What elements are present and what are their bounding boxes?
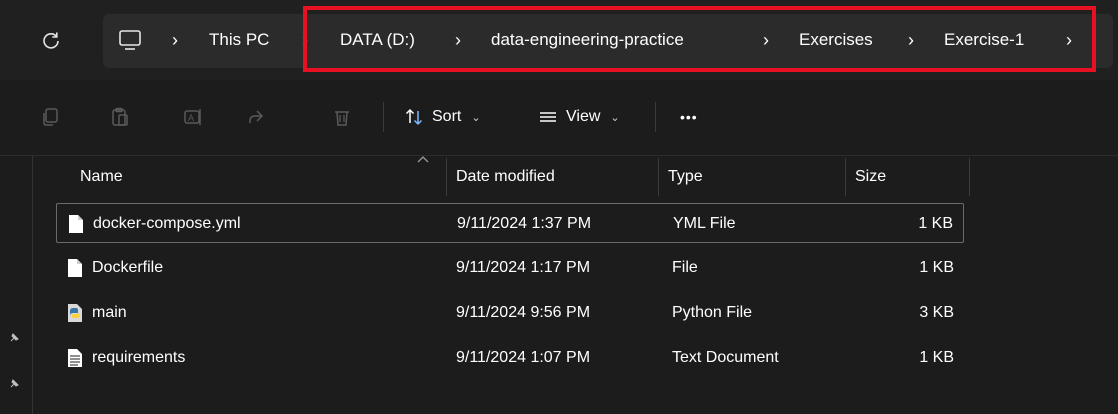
file-type: YML File [673, 215, 736, 232]
file-row-requirements[interactable]: requirements 9/11/2024 1:07 PM Text Docu… [56, 338, 964, 378]
refresh-icon [43, 32, 59, 49]
pin-icon[interactable] [8, 330, 22, 344]
sort-label: Sort [432, 108, 462, 125]
file-icon [69, 215, 83, 233]
chevron-right-icon[interactable]: › [1066, 24, 1072, 56]
file-date: 9/11/2024 1:37 PM [457, 215, 592, 232]
file-name: Dockerfile [92, 259, 164, 276]
column-header-size[interactable]: Size [847, 156, 969, 198]
file-date: 9/11/2024 9:56 PM [456, 304, 591, 321]
view-button[interactable]: View ⌄ [538, 102, 620, 132]
column-header-type-label: Type [668, 168, 703, 185]
copy-icon [43, 108, 58, 126]
chevron-right-icon[interactable]: › [908, 24, 914, 56]
breadcrumb-data-drive[interactable]: DATA (D:) [340, 24, 415, 56]
command-bar: A Sort ⌄ View ⌄ ••• [0, 80, 1118, 156]
share-button[interactable] [243, 104, 269, 130]
python-file-icon [68, 304, 82, 322]
file-size: 1 KB [919, 349, 954, 366]
column-divider[interactable] [446, 158, 447, 196]
file-date: 9/11/2024 1:17 PM [456, 259, 591, 276]
more-options-button[interactable]: ••• [680, 102, 698, 132]
chevron-right-icon[interactable]: › [302, 24, 308, 56]
trash-icon [335, 111, 349, 126]
column-header-type[interactable]: Type [660, 156, 845, 198]
refresh-button[interactable] [37, 26, 65, 54]
file-icon [68, 259, 82, 277]
view-label: View [566, 108, 601, 125]
column-divider[interactable] [969, 158, 970, 196]
breadcrumb-exercises[interactable]: Exercises [799, 24, 873, 56]
share-icon [249, 110, 264, 123]
paste-icon [112, 107, 128, 126]
file-name: docker-compose.yml [93, 215, 241, 232]
file-size: 1 KB [918, 215, 953, 232]
view-icon [540, 112, 556, 122]
navigation-pane [0, 156, 33, 414]
sort-button[interactable]: Sort ⌄ [404, 102, 481, 132]
rename-icon: A [184, 109, 201, 125]
chevron-down-icon: ⌄ [471, 111, 481, 124]
svg-text:A: A [188, 113, 194, 123]
toolbar-divider [383, 102, 384, 132]
file-type: File [672, 259, 698, 276]
chevron-down-icon: ⌄ [610, 111, 620, 124]
file-type: Python File [672, 304, 753, 321]
address-bar-row: › This PC › DATA (D:) › data-engineering… [0, 0, 1118, 80]
column-header-name-label: Name [80, 168, 123, 185]
chevron-right-icon[interactable]: › [172, 24, 178, 56]
file-row-main[interactable]: main 9/11/2024 9:56 PM Python File 3 KB [56, 293, 964, 333]
copy-button[interactable] [37, 104, 63, 130]
file-row-dockerfile[interactable]: Dockerfile 9/11/2024 1:17 PM File 1 KB [56, 248, 964, 288]
breadcrumb-data-engineering-practice[interactable]: data-engineering-practice [491, 24, 684, 56]
chevron-right-icon[interactable]: › [455, 24, 461, 56]
column-divider[interactable] [845, 158, 846, 196]
more-icon: ••• [680, 109, 698, 125]
chevron-right-icon[interactable]: › [763, 24, 769, 56]
text-file-icon [68, 349, 82, 367]
sort-ascending-icon [417, 156, 429, 163]
rename-button[interactable]: A [180, 104, 206, 130]
file-date: 9/11/2024 1:07 PM [456, 349, 591, 366]
file-name: requirements [92, 349, 186, 366]
column-header-date[interactable]: Date modified [448, 156, 658, 198]
delete-button[interactable] [329, 104, 355, 130]
computer-icon[interactable] [117, 24, 143, 56]
toolbar-divider [655, 102, 656, 132]
sort-icon [405, 108, 423, 126]
column-header-size-label: Size [855, 168, 887, 185]
file-row-docker-compose[interactable]: docker-compose.yml 9/11/2024 1:37 PM YML… [56, 203, 964, 243]
breadcrumb-this-pc[interactable]: This PC [209, 24, 269, 56]
paste-button[interactable] [107, 104, 133, 130]
pin-icon[interactable] [8, 376, 22, 390]
breadcrumb-exercise-1[interactable]: Exercise-1 [944, 24, 1024, 56]
file-name: main [92, 304, 127, 321]
column-header-name[interactable]: Name [72, 156, 448, 198]
column-header-date-label: Date modified [456, 168, 555, 185]
column-divider[interactable] [658, 158, 659, 196]
file-size: 1 KB [919, 259, 954, 276]
file-type: Text Document [672, 349, 779, 366]
file-size: 3 KB [919, 304, 954, 321]
